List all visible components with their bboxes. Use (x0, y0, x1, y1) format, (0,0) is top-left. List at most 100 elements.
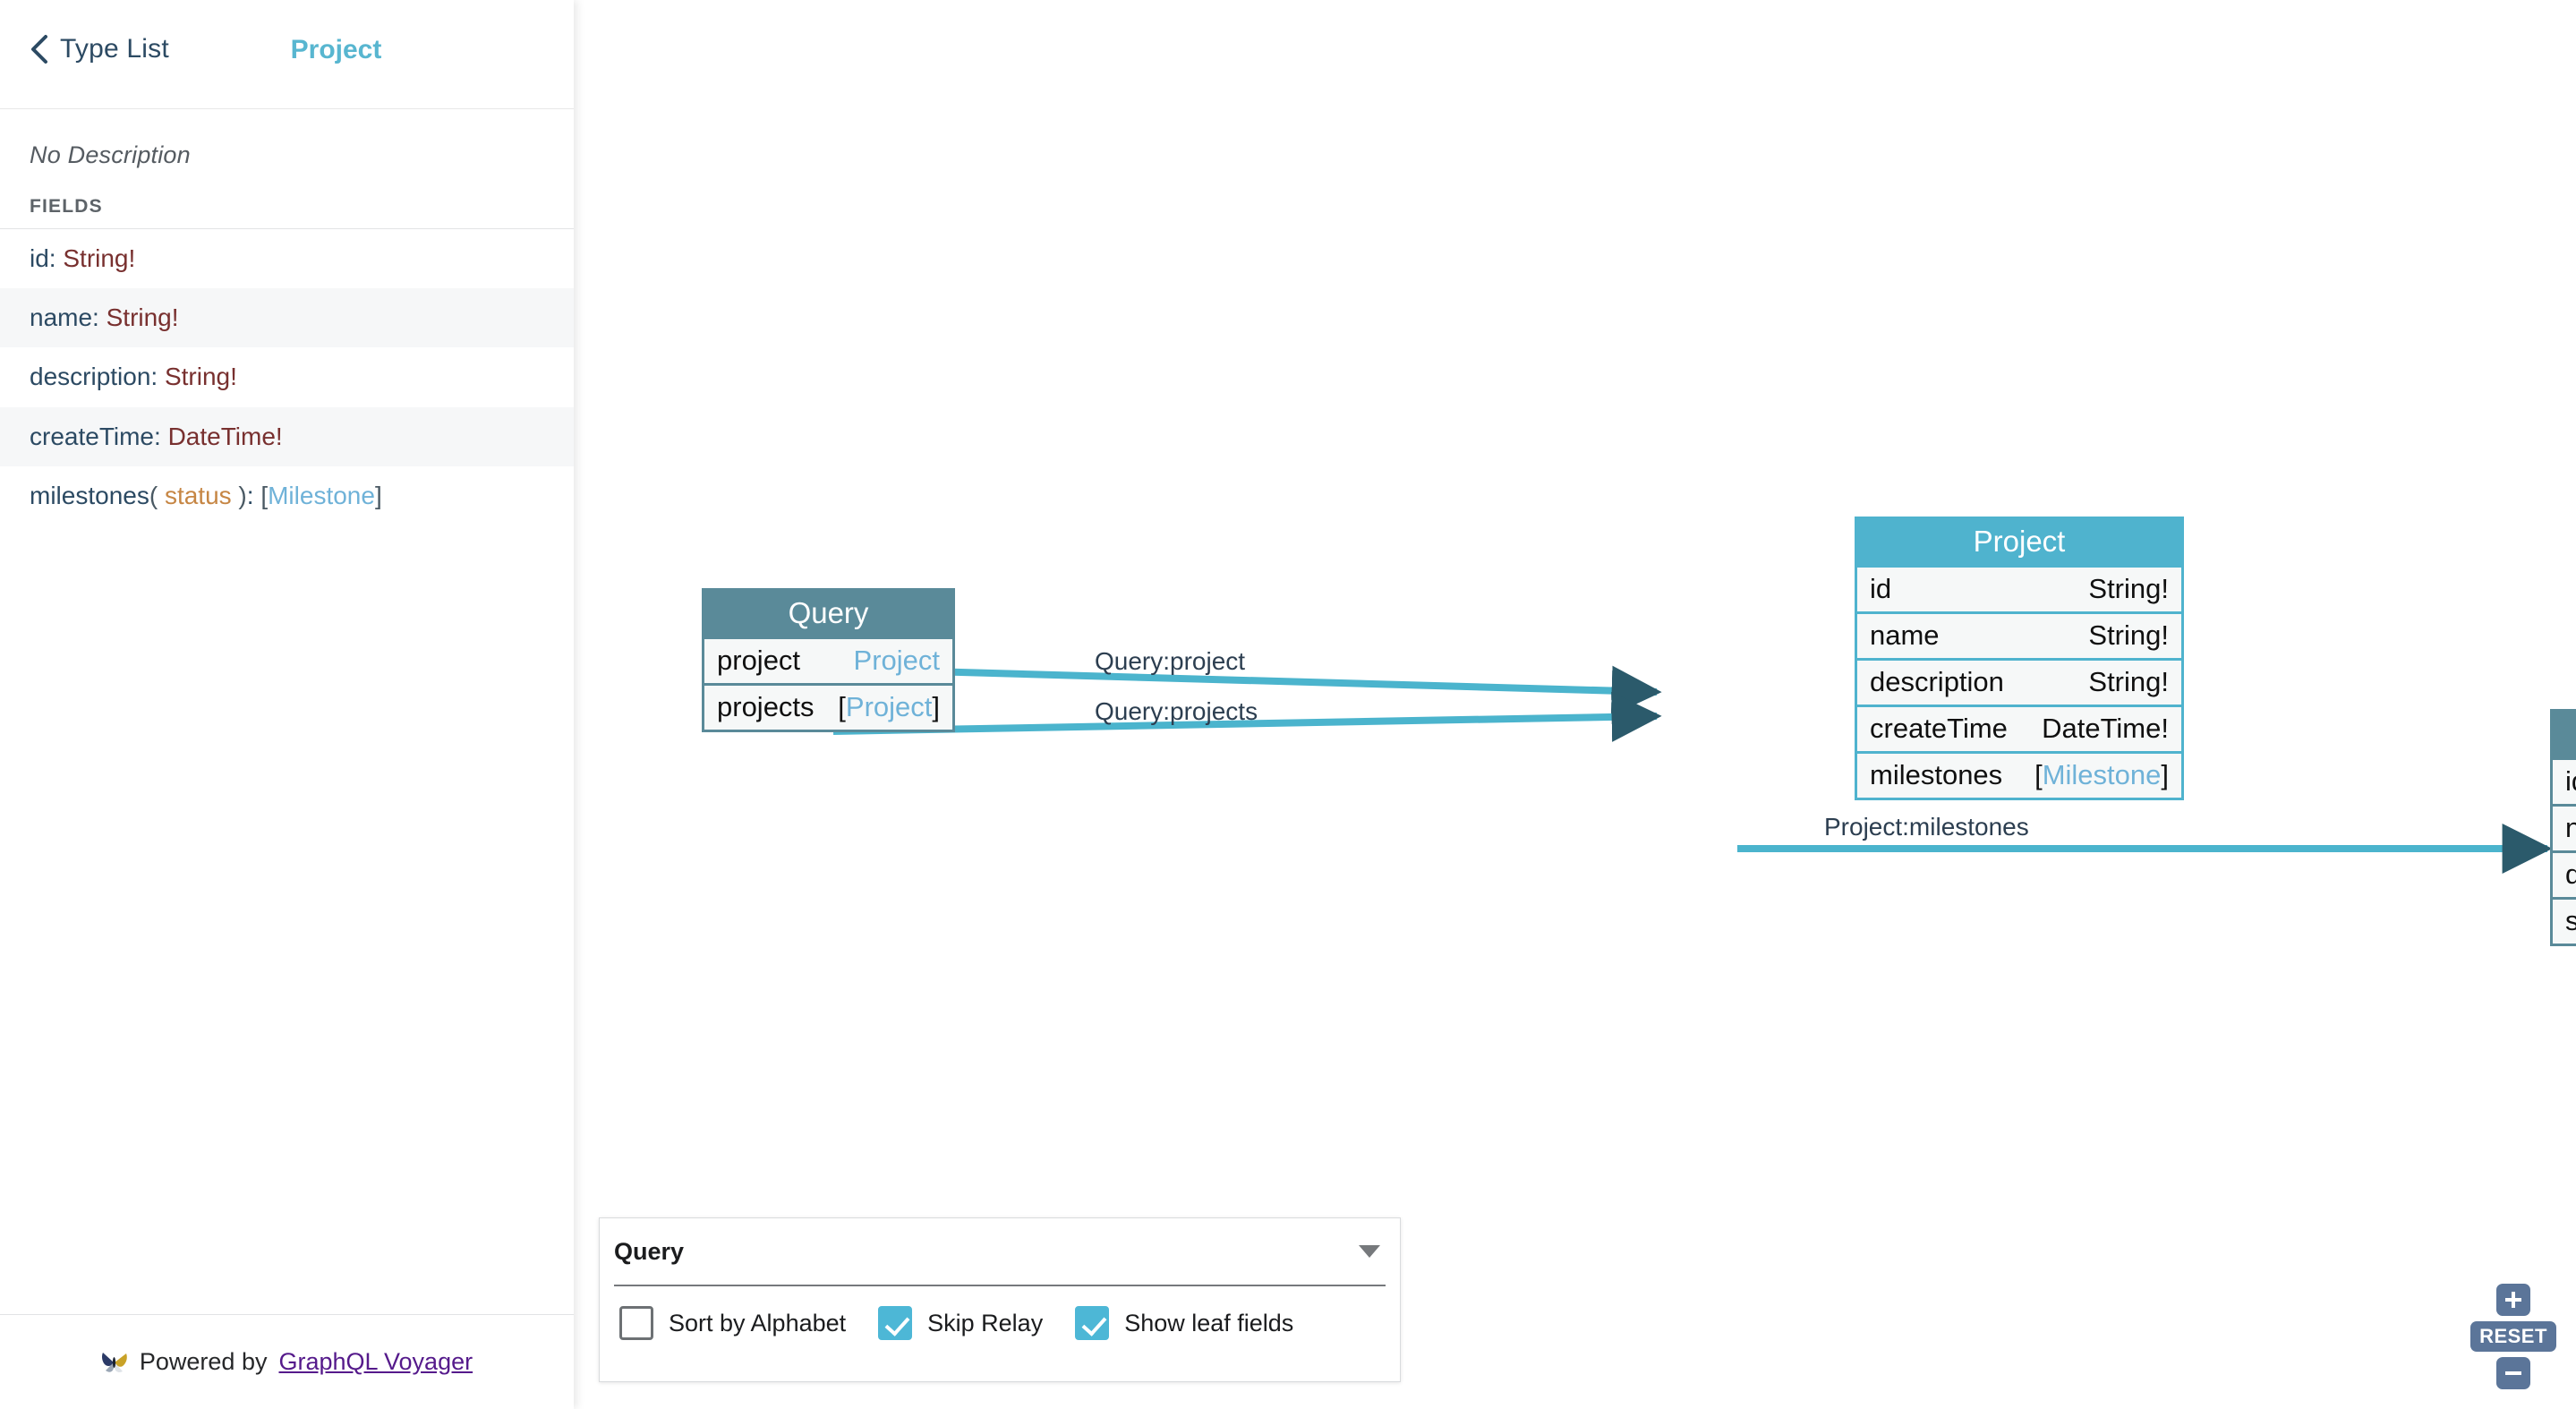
field-colon: : (154, 422, 168, 450)
graph-node-fields: idString!nameString!descriptionString!st… (2553, 760, 2576, 944)
sidebar-field-type: String! (63, 244, 136, 272)
graph-field-close-bracket: ] (932, 691, 940, 722)
sidebar-field-milestones[interactable]: milestones( status ): [Milestone] (0, 465, 574, 525)
chevron-down-icon (1359, 1245, 1380, 1258)
minus-icon (2505, 1371, 2521, 1375)
sidebar-field-createTime[interactable]: createTime: DateTime! (0, 406, 574, 466)
doc-explorer-sidebar: Type List Project No Description FIELDS … (0, 0, 574, 1409)
voyager-butterfly-icon (101, 1352, 127, 1372)
graph-field-type-wrap: String! (2065, 668, 2169, 696)
sidebar-field-name: name (30, 303, 93, 332)
field-colon: : (92, 303, 107, 332)
setting-option-label: Sort by Alphabet (669, 1309, 847, 1336)
graph-field-close-bracket: ] (2161, 759, 2169, 790)
plus-icon (2505, 1292, 2521, 1308)
fields-section-header: FIELDS (0, 196, 574, 229)
zoom-reset-button[interactable]: RESET (2470, 1321, 2556, 1352)
graph-field-milestone-description[interactable]: descriptionString! (2553, 850, 2576, 897)
graph-field-name: description (2565, 858, 2576, 890)
sidebar-field-description[interactable]: description: String! (0, 347, 574, 407)
setting-option-show-leaf-fields[interactable]: Show leaf fields (1075, 1306, 1293, 1340)
field-colon: : (150, 363, 165, 391)
graphql-voyager-link[interactable]: GraphQL Voyager (278, 1348, 473, 1376)
setting-option-skip-relay[interactable]: Skip Relay (878, 1306, 1043, 1340)
graph-node-title: Milestone (2553, 709, 2576, 760)
zoom-out-button[interactable] (2496, 1357, 2530, 1389)
graph-field-type[interactable]: Project (854, 645, 940, 676)
graph-field-type: DateTime! (2042, 713, 2169, 744)
doc-explorer-title: Project (290, 35, 382, 64)
graph-field-project-description[interactable]: description String! (1857, 658, 2181, 704)
graph-field-milestone-id[interactable]: idString! (2553, 760, 2576, 804)
graph-node-title: Project (1857, 517, 2181, 568)
doc-explorer-header: Type List Project (0, 0, 574, 109)
graph-field-open-bracket: [ (2034, 759, 2043, 790)
sidebar-field-id[interactable]: id: String! (0, 229, 574, 289)
graph-node-query[interactable]: Query project Project projects [Project] (702, 588, 955, 732)
graph-field-milestone-name[interactable]: nameString! (2553, 804, 2576, 850)
graph-field-name: id (2565, 765, 2576, 797)
graph-field-name: milestones (1870, 759, 2003, 790)
graph-field-type-wrap: [Milestone] (2011, 761, 2169, 789)
graph-field-type-wrap: Project (831, 646, 940, 674)
graph-field-name: status (2565, 905, 2576, 936)
checkbox-checked-icon[interactable] (878, 1306, 913, 1340)
graph-field-name: name (1870, 619, 1940, 651)
sidebar-field-name: createTime (30, 422, 155, 450)
settings-options-row: Sort by Alphabet Skip Relay Show leaf fiel… (600, 1286, 1400, 1340)
graph-field-project-name[interactable]: name String! (1857, 611, 2181, 658)
fields-list: id: String! name: String! description: Str… (0, 229, 574, 1314)
sidebar-field-type[interactable]: Milestone (268, 482, 375, 509)
field-arg-open-paren: ( (149, 481, 165, 509)
graph-field-project-createTime[interactable]: createTime DateTime! (1857, 704, 2181, 751)
graph-node-project[interactable]: Project id String! name String! description S… (1855, 517, 2184, 800)
graph-node-milestone[interactable]: Milestone idString!nameString!descriptio… (2550, 709, 2576, 946)
setting-option-sort-by-alphabet[interactable]: Sort by Alphabet (619, 1306, 846, 1340)
zoom-reset-label: RESET (2479, 1325, 2547, 1347)
graph-canvas[interactable]: Query project Project projects [Project] Pr… (574, 0, 2576, 1409)
graph-field-open-bracket: [ (838, 691, 846, 722)
graph-field-type[interactable]: Milestone (2043, 759, 2162, 790)
graph-field-type: String! (2088, 573, 2169, 604)
graph-node-fields: id String! name String! description String! cr… (1857, 568, 2181, 798)
graph-field-type[interactable]: Project (846, 691, 932, 722)
sidebar-field-name: description (30, 363, 151, 391)
zoom-controls: RESET (2470, 1284, 2556, 1389)
graph-field-type-wrap: String! (2065, 621, 2169, 649)
footer-powered-by-label: Powered by (139, 1348, 268, 1375)
graph-field-project-id[interactable]: id String! (1857, 568, 2181, 611)
graph-field-type: String! (2088, 666, 2169, 697)
graph-field-project-milestones[interactable]: milestones [Milestone] (1857, 751, 2181, 798)
graph-field-name: project (717, 645, 801, 676)
sidebar-field-type: String! (164, 363, 237, 391)
checkbox-unchecked-icon[interactable] (619, 1306, 653, 1340)
graph-field-name: createTime (1870, 713, 2008, 744)
sidebar-field-arg[interactable]: status (165, 482, 232, 509)
field-arg-close-paren: ) (231, 481, 247, 509)
graph-field-type: String! (2088, 619, 2169, 651)
field-colon: : (48, 244, 64, 272)
graph-node-title: Query (704, 588, 952, 639)
edge-label-query-projects: Query:projects (1095, 697, 1258, 725)
graph-field-query-projects[interactable]: projects [Project] (704, 683, 952, 730)
graph-field-query-project[interactable]: project Project (704, 639, 952, 683)
checkbox-checked-icon[interactable] (1075, 1306, 1110, 1340)
sidebar-field-type: String! (106, 303, 179, 332)
sidebar-field-name: id (30, 244, 49, 272)
graph-field-name: projects (717, 691, 815, 722)
graph-field-type-wrap: [Project] (815, 693, 940, 721)
graph-field-milestone-status[interactable]: statusMilestoneStatus (2553, 897, 2576, 944)
type-description: No Description (30, 141, 191, 168)
root-type-select[interactable]: Query (614, 1218, 1386, 1286)
graph-node-fields: project Project projects [Project] (704, 639, 952, 730)
graph-field-name: description (1870, 666, 2004, 697)
sidebar-field-name[interactable]: name: String! (0, 288, 574, 348)
setting-option-label: Skip Relay (927, 1309, 1044, 1336)
graph-field-name: name (2565, 812, 2576, 843)
field-list-close-bracket: ] (374, 481, 382, 509)
edge-label-project-milestones: Project:milestones (1824, 813, 2029, 841)
field-list-open-bracket: [ (260, 481, 269, 509)
field-colon: : (246, 481, 261, 509)
zoom-in-button[interactable] (2496, 1284, 2530, 1316)
edge-label-query-project: Query:project (1095, 647, 1246, 675)
